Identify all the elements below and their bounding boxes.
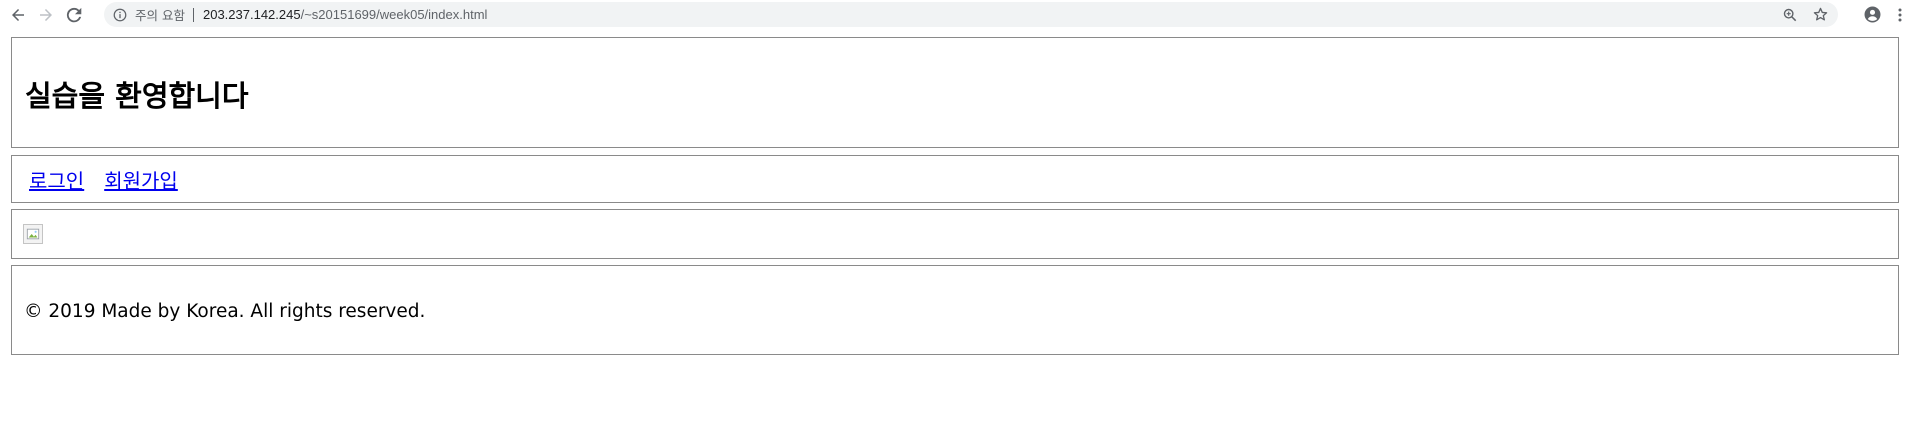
info-icon[interactable] bbox=[112, 7, 128, 23]
forward-arrow-icon bbox=[40, 8, 52, 21]
reload-button[interactable] bbox=[62, 3, 86, 27]
forward-button[interactable] bbox=[34, 3, 58, 27]
account-icon bbox=[1864, 6, 1880, 23]
reload-icon bbox=[66, 7, 82, 22]
signup-link[interactable]: 회원가입 bbox=[104, 165, 178, 194]
toolbar-right bbox=[1857, 0, 1913, 29]
copyright-text: © 2019 Made by Korea. All rights reserve… bbox=[24, 300, 426, 322]
back-arrow-icon bbox=[12, 8, 24, 21]
star-icon[interactable] bbox=[1812, 7, 1828, 23]
url-host[interactable]: 203.237.142.245 bbox=[203, 7, 301, 22]
url-path[interactable]: /~s20151699/week05/index.html bbox=[301, 7, 488, 22]
page-footer: © 2019 Made by Korea. All rights reserve… bbox=[11, 265, 1899, 355]
address-separator bbox=[192, 7, 194, 22]
login-link[interactable]: 로그인 bbox=[29, 165, 84, 194]
page-title: 실습을 환영합니다 bbox=[25, 78, 249, 113]
security-label[interactable]: 주의 요함 bbox=[135, 5, 185, 24]
image-section bbox=[11, 209, 1899, 259]
address-bar-actions bbox=[1782, 2, 1828, 27]
back-button[interactable] bbox=[6, 3, 30, 27]
address-bar[interactable]: 주의 요함 203.237.142.245/~s20151699/week05/… bbox=[104, 2, 1838, 27]
browser-toolbar: 주의 요함 203.237.142.245/~s20151699/week05/… bbox=[0, 0, 1913, 29]
page-header: 실습을 환영합니다 bbox=[11, 37, 1899, 148]
menu-button[interactable] bbox=[1887, 0, 1913, 29]
nav-bar: 로그인 회원가입 bbox=[11, 155, 1899, 203]
profile-button[interactable] bbox=[1857, 0, 1887, 29]
page-content: 실습을 환영합니다 로그인 회원가입 © 2019 Made by Korea.… bbox=[0, 37, 1913, 355]
kebab-menu-icon bbox=[1898, 8, 1902, 21]
broken-image-icon bbox=[23, 224, 43, 244]
zoom-icon[interactable] bbox=[1782, 7, 1798, 23]
